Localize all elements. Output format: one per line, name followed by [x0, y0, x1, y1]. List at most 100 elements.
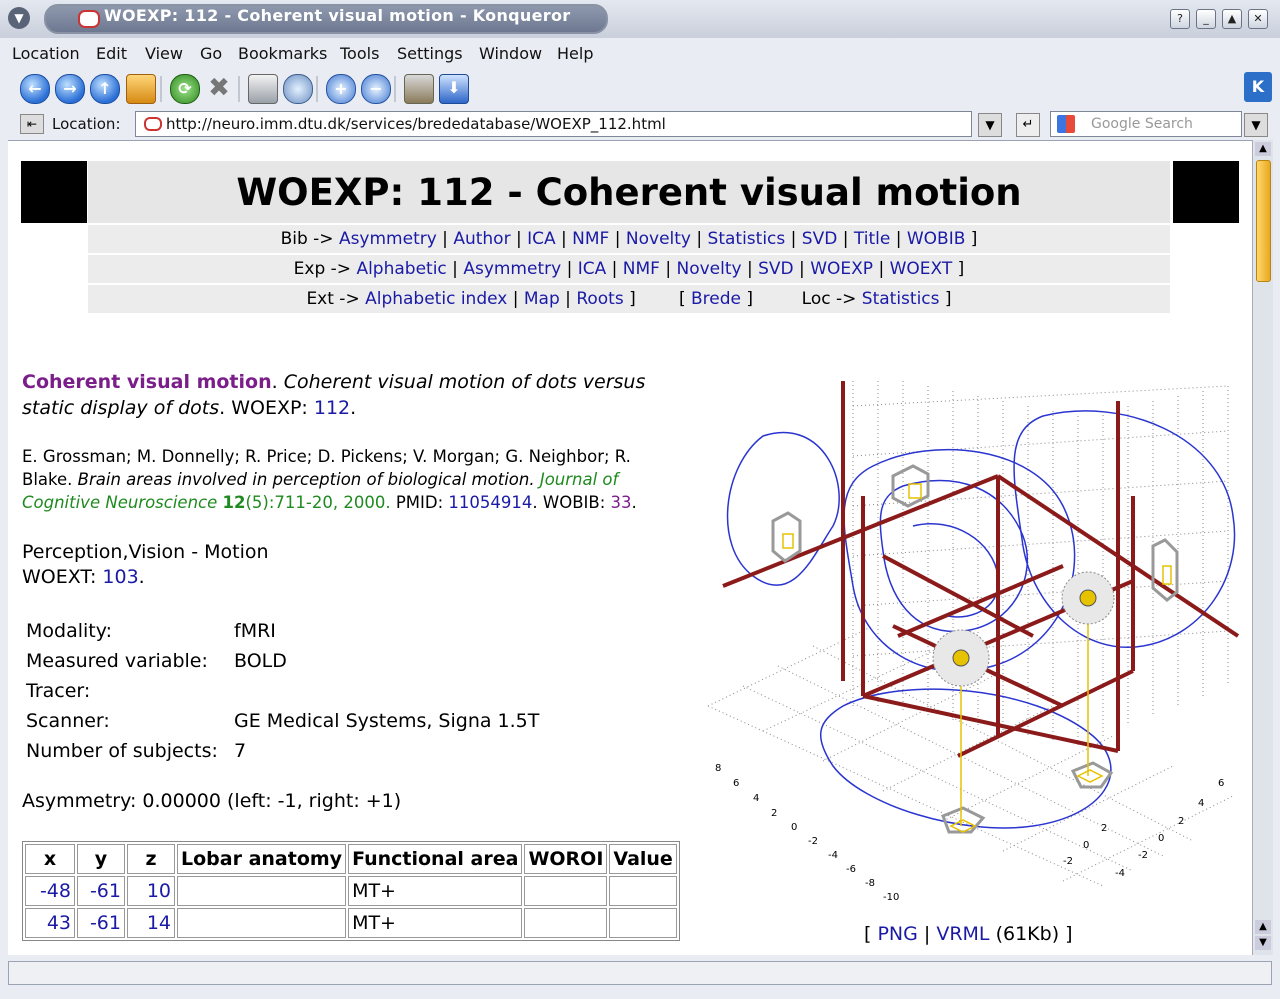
link-loc-statistics[interactable]: Statistics: [862, 289, 940, 309]
stop-icon[interactable]: ✖: [205, 74, 233, 102]
clear-location-icon[interactable]: ⇤: [20, 114, 44, 134]
cell-z[interactable]: 10: [127, 876, 175, 906]
svg-text:-4: -4: [1115, 868, 1125, 879]
svg-text:6: 6: [733, 778, 739, 789]
link-bib-wobib[interactable]: WOBIB: [907, 229, 966, 249]
menu-location[interactable]: Location: [12, 44, 80, 63]
svg-text:-4: -4: [828, 850, 838, 861]
cell-x[interactable]: 43: [25, 908, 75, 938]
col-header-lobar: Lobar anatomy: [177, 844, 347, 874]
zoom-out-icon[interactable]: −: [361, 74, 391, 104]
menu-view[interactable]: View: [145, 44, 183, 63]
link-exp-nmf[interactable]: NMF: [623, 259, 660, 279]
download-icon[interactable]: ⬇: [439, 74, 469, 104]
reload-icon[interactable]: ⟳: [170, 74, 200, 104]
svg-text:-8: -8: [865, 878, 875, 889]
journal-name[interactable]: Journal of: [540, 470, 619, 489]
menu-help[interactable]: Help: [557, 44, 593, 63]
link-exp-asymmetry[interactable]: Asymmetry: [463, 259, 561, 279]
vrml-link[interactable]: VRML: [936, 923, 989, 945]
pmid-link[interactable]: 11054914: [448, 493, 532, 512]
cell-y[interactable]: -61: [77, 908, 125, 938]
experiment-description-cont: static display of dots: [22, 397, 220, 419]
cell-z[interactable]: 14: [127, 908, 175, 938]
link-bib-author[interactable]: Author: [453, 229, 510, 249]
link-bib-statistics[interactable]: Statistics: [708, 229, 786, 249]
wobib-link[interactable]: 33: [611, 493, 632, 512]
link-bib-svd[interactable]: SVD: [802, 229, 838, 249]
link-ext-map[interactable]: Map: [524, 289, 560, 309]
svg-text:4: 4: [1198, 798, 1204, 809]
history-dropdown-icon[interactable]: ▼: [978, 113, 1002, 137]
link-ext-alphabetic-index[interactable]: Alphabetic index: [365, 289, 507, 309]
svg-text:-2: -2: [808, 836, 818, 847]
menu-tools[interactable]: Tools: [340, 44, 379, 63]
cell-y[interactable]: -61: [77, 876, 125, 906]
png-link[interactable]: PNG: [877, 923, 917, 945]
svg-text:0: 0: [791, 822, 797, 833]
vertical-scrollbar[interactable]: ▲ ▲ ▼: [1252, 140, 1273, 955]
link-bib-ica[interactable]: ICA: [527, 229, 556, 249]
left-black-block: [21, 161, 87, 223]
link-brede[interactable]: Brede: [691, 289, 741, 309]
up-icon[interactable]: ↑: [90, 74, 120, 104]
cell-functional: MT+: [348, 908, 523, 938]
cell-x[interactable]: -48: [25, 876, 75, 906]
axes-box: [722, 381, 1240, 758]
woexp-id-link[interactable]: 112: [314, 397, 350, 419]
go-icon[interactable]: ↵: [1016, 113, 1040, 137]
search-placeholder: Google Search: [1091, 116, 1193, 132]
security-icon[interactable]: [404, 74, 434, 104]
link-bib-title[interactable]: Title: [854, 229, 890, 249]
url-input[interactable]: http://neuro.imm.dtu.dk/services/brededa…: [135, 111, 972, 137]
link-exp-novelty[interactable]: Novelty: [677, 259, 742, 279]
zoom-in-icon[interactable]: +: [326, 74, 356, 104]
link-bib-novelty[interactable]: Novelty: [626, 229, 691, 249]
print-icon[interactable]: [248, 74, 278, 104]
scroll-down-icon[interactable]: ▼: [1255, 936, 1271, 950]
help-button[interactable]: ?: [1170, 9, 1190, 29]
menu-bookmarks[interactable]: Bookmarks: [238, 44, 327, 63]
experiment-heading: Coherent visual motion. Coherent visual …: [22, 371, 646, 393]
link-exp-woext[interactable]: WOEXT: [890, 259, 953, 279]
cell-woroi: [524, 908, 608, 938]
menu-go[interactable]: Go: [200, 44, 222, 63]
link-exp-woexp[interactable]: WOEXP: [810, 259, 873, 279]
journal-name-cont[interactable]: Cognitive Neuroscience: [22, 493, 217, 512]
maximize-button[interactable]: ▲: [1222, 9, 1242, 29]
menu-settings[interactable]: Settings: [397, 44, 463, 63]
window-menu-icon[interactable]: ▼: [8, 7, 30, 29]
link-exp-alphabetic[interactable]: Alphabetic: [356, 259, 446, 279]
forward-icon[interactable]: →: [55, 74, 85, 104]
svg-text:-2: -2: [1138, 850, 1148, 861]
back-icon[interactable]: ←: [20, 74, 50, 104]
page-title: WOEXP: 112 - Coherent visual motion: [236, 171, 1022, 214]
detail-value-scanner: GE Medical Systems, Signa 1.5T: [234, 710, 540, 732]
link-ext-roots[interactable]: Roots: [576, 289, 623, 309]
pmid-label: PMID:: [395, 493, 444, 512]
search-input[interactable]: Google Search: [1050, 111, 1242, 137]
menu-bar: Location Edit View Go Bookmarks Tools Se…: [0, 38, 1280, 68]
scroll-up-icon[interactable]: ▲: [1255, 142, 1271, 156]
status-bar: [0, 955, 1280, 999]
link-exp-svd[interactable]: SVD: [758, 259, 794, 279]
home-icon[interactable]: [126, 74, 156, 104]
cell-functional: MT+: [348, 876, 523, 906]
table-header-row: x y z Lobar anatomy Functional area WORO…: [25, 844, 677, 874]
link-exp-ica[interactable]: ICA: [578, 259, 607, 279]
detail-key-scanner: Scanner:: [26, 710, 110, 732]
woext-link[interactable]: 103: [102, 566, 138, 588]
link-bib-nmf[interactable]: NMF: [572, 229, 609, 249]
search-engine-dropdown-icon[interactable]: ▼: [1244, 113, 1268, 137]
scroll-down-up-icon[interactable]: ▲: [1255, 920, 1271, 934]
close-button[interactable]: ✕: [1248, 9, 1268, 29]
print-preview-icon[interactable]: [283, 74, 313, 104]
menu-edit[interactable]: Edit: [96, 44, 127, 63]
minimize-button[interactable]: _: [1196, 9, 1216, 29]
window-title: WOEXP: 112 - Coherent visual motion - Ko…: [104, 6, 571, 25]
separator: [238, 76, 240, 102]
scroll-thumb[interactable]: [1256, 160, 1271, 282]
menu-window[interactable]: Window: [479, 44, 542, 63]
brain-3d-figure[interactable]: 8 6 4 2 0 -2 -4 -6 -8 -10 6 4 2 0 -2 -4 2 0 -2: [703, 376, 1252, 906]
link-bib-asymmetry[interactable]: Asymmetry: [339, 229, 437, 249]
